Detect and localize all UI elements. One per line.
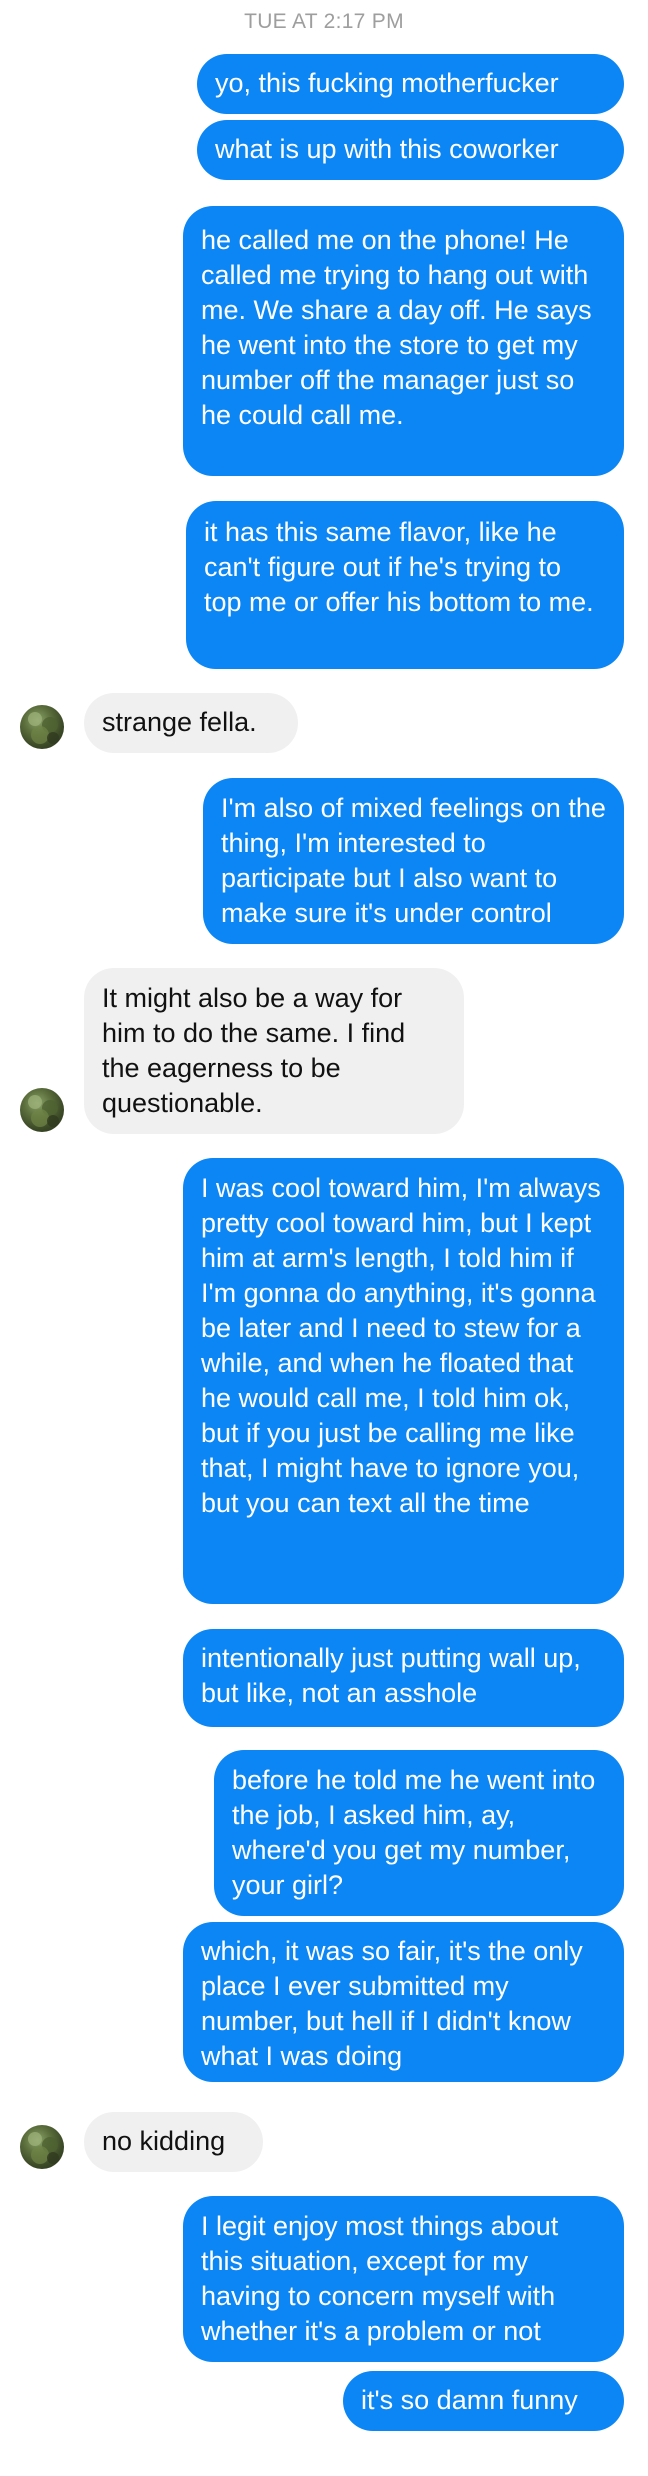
contact-avatar[interactable] <box>20 705 64 749</box>
message-bubble-outgoing[interactable]: I'm also of mixed feelings on the thing,… <box>203 778 624 944</box>
message-bubble-outgoing[interactable]: it's so damn funny <box>343 2371 624 2431</box>
message-bubble-outgoing[interactable]: I was cool toward him, I'm always pretty… <box>183 1158 624 1604</box>
message-bubble-incoming[interactable]: strange fella. <box>84 693 298 753</box>
message-bubble-outgoing[interactable]: before he told me he went into the job, … <box>214 1750 624 1916</box>
message-bubble-outgoing[interactable]: which, it was so fair, it's the only pla… <box>183 1922 624 2082</box>
message-bubble-outgoing[interactable]: I legit enjoy most things about this sit… <box>183 2196 624 2362</box>
message-bubble-outgoing[interactable]: what is up with this coworker <box>197 120 624 180</box>
message-bubble-outgoing[interactable]: it has this same flavor, like he can't f… <box>186 501 624 669</box>
message-bubble-outgoing[interactable]: he called me on the phone! He called me … <box>183 206 624 476</box>
message-bubble-outgoing[interactable]: intentionally just putting wall up, but … <box>183 1629 624 1727</box>
message-bubble-outgoing[interactable]: yo, this fucking motherfucker <box>197 54 624 114</box>
contact-avatar-icon <box>28 1095 59 1127</box>
contact-avatar[interactable] <box>20 2125 64 2169</box>
conversation-timestamp: TUE AT 2:17 PM <box>244 10 404 33</box>
message-bubble-incoming[interactable]: no kidding <box>84 2112 263 2172</box>
contact-avatar-icon <box>28 2132 59 2164</box>
contact-avatar-icon <box>28 712 59 744</box>
message-bubble-incoming[interactable]: It might also be a way for him to do the… <box>84 968 464 1134</box>
contact-avatar[interactable] <box>20 1088 64 1132</box>
